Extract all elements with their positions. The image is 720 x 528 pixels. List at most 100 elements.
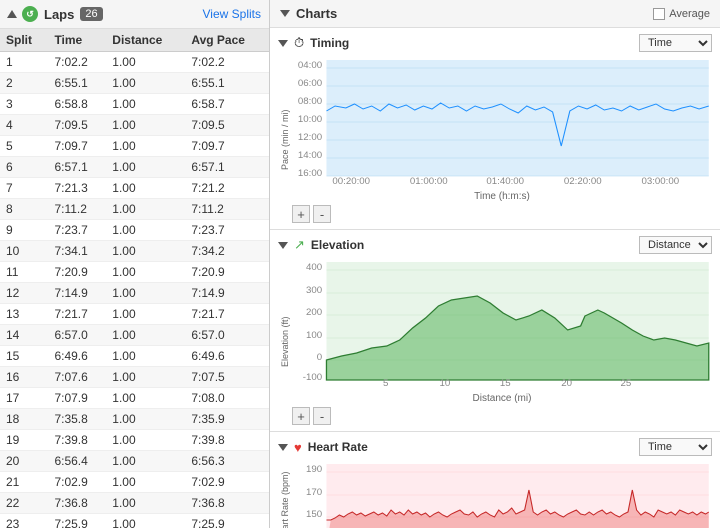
table-cell: 14 bbox=[0, 325, 48, 346]
svg-text:150: 150 bbox=[306, 509, 322, 519]
average-checkbox[interactable] bbox=[653, 8, 665, 20]
table-cell: 6:49.6 bbox=[185, 346, 269, 367]
table-cell: 13 bbox=[0, 304, 48, 325]
table-cell: 6 bbox=[0, 157, 48, 178]
elevation-collapse-icon[interactable] bbox=[278, 242, 288, 249]
elevation-dropdown[interactable]: Distance Time bbox=[639, 236, 712, 254]
timing-chart-svg: 04:00 06:00 08:00 10:00 12:00 14:00 16:0… bbox=[292, 56, 712, 186]
table-row: 97:23.71.007:23.7 bbox=[0, 220, 269, 241]
table-cell: 5 bbox=[0, 136, 48, 157]
table-cell: 6:57.0 bbox=[185, 325, 269, 346]
svg-text:25: 25 bbox=[620, 378, 631, 388]
svg-text:5: 5 bbox=[383, 378, 388, 388]
table-cell: 7:08.0 bbox=[185, 388, 269, 409]
table-cell: 7:11.2 bbox=[48, 199, 106, 220]
timing-collapse-icon[interactable] bbox=[278, 40, 288, 47]
table-row: 206:56.41.006:56.3 bbox=[0, 451, 269, 472]
laps-title: Laps bbox=[44, 7, 74, 22]
elevation-zoom-in[interactable]: + bbox=[292, 407, 310, 425]
table-cell: 7:21.3 bbox=[48, 178, 106, 199]
heartrate-y-axis-label: Heart Rate (bpm) bbox=[278, 460, 292, 528]
timing-header: ⏱ Timing Time Distance bbox=[278, 34, 712, 52]
table-row: 77:21.31.007:21.2 bbox=[0, 178, 269, 199]
table-cell: 9 bbox=[0, 220, 48, 241]
table-cell: 1.00 bbox=[106, 451, 185, 472]
collapse-icon[interactable] bbox=[7, 10, 17, 18]
table-cell: 6:57.1 bbox=[185, 157, 269, 178]
charts-collapse-icon[interactable] bbox=[280, 10, 290, 17]
laps-table: Split Time Distance Avg Pace 17:02.21.00… bbox=[0, 29, 269, 528]
table-row: 217:02.91.007:02.9 bbox=[0, 472, 269, 493]
svg-text:04:00: 04:00 bbox=[298, 60, 322, 70]
table-cell: 1.00 bbox=[106, 472, 185, 493]
col-avg-pace: Avg Pace bbox=[185, 29, 269, 52]
svg-text:190: 190 bbox=[306, 464, 322, 474]
table-cell: 1.00 bbox=[106, 199, 185, 220]
heartrate-title: Heart Rate bbox=[308, 440, 368, 454]
table-cell: 7:11.2 bbox=[185, 199, 269, 220]
table-cell: 7:20.9 bbox=[48, 262, 106, 283]
laps-header: ↺ Laps 26 View Splits bbox=[0, 0, 269, 29]
table-cell: 6:55.1 bbox=[48, 73, 106, 94]
table-cell: 1.00 bbox=[106, 346, 185, 367]
heartrate-dropdown[interactable]: Time Distance bbox=[639, 438, 712, 456]
timing-dropdown[interactable]: Time Distance bbox=[639, 34, 712, 52]
elevation-chart-svg: 400 300 200 100 0 -100 bbox=[292, 258, 712, 388]
table-cell: 19 bbox=[0, 430, 48, 451]
svg-text:01:00:00: 01:00:00 bbox=[410, 176, 448, 186]
table-cell: 1.00 bbox=[106, 367, 185, 388]
view-splits-link[interactable]: View Splits bbox=[203, 7, 261, 21]
table-cell: 6:57.0 bbox=[48, 325, 106, 346]
table-cell: 7:20.9 bbox=[185, 262, 269, 283]
heartrate-header: ♥ Heart Rate Time Distance bbox=[278, 438, 712, 456]
heartrate-collapse-icon[interactable] bbox=[278, 444, 288, 451]
table-cell: 1.00 bbox=[106, 514, 185, 528]
heartrate-chart-svg: 190 170 150 130 bbox=[292, 460, 712, 528]
timing-zoom-out[interactable]: - bbox=[313, 205, 331, 223]
svg-text:00:20:00: 00:20:00 bbox=[332, 176, 370, 186]
table-cell: 1.00 bbox=[106, 94, 185, 115]
timing-y-axis-label: Pace (min / mi) bbox=[278, 56, 292, 223]
table-cell: 7:02.9 bbox=[48, 472, 106, 493]
table-cell: 6:49.6 bbox=[48, 346, 106, 367]
table-cell: 4 bbox=[0, 115, 48, 136]
col-time: Time bbox=[48, 29, 106, 52]
table-cell: 8 bbox=[0, 199, 48, 220]
svg-text:08:00: 08:00 bbox=[298, 96, 322, 106]
table-cell: 6:56.4 bbox=[48, 451, 106, 472]
table-row: 156:49.61.006:49.6 bbox=[0, 346, 269, 367]
table-cell: 1.00 bbox=[106, 220, 185, 241]
charts-title: Charts bbox=[296, 6, 337, 21]
table-cell: 7:23.7 bbox=[48, 220, 106, 241]
svg-text:100: 100 bbox=[306, 330, 322, 340]
table-row: 36:58.81.006:58.7 bbox=[0, 94, 269, 115]
table-cell: 7:21.7 bbox=[48, 304, 106, 325]
timing-title: Timing bbox=[310, 36, 349, 50]
table-cell: 7:02.2 bbox=[48, 52, 106, 73]
table-row: 87:11.21.007:11.2 bbox=[0, 199, 269, 220]
table-cell: 6:56.3 bbox=[185, 451, 269, 472]
table-cell: 7:25.9 bbox=[185, 514, 269, 528]
elevation-zoom-out[interactable]: - bbox=[313, 407, 331, 425]
table-cell: 22 bbox=[0, 493, 48, 514]
laps-scroll[interactable]: Split Time Distance Avg Pace 17:02.21.00… bbox=[0, 29, 269, 528]
table-row: 26:55.11.006:55.1 bbox=[0, 73, 269, 94]
svg-text:-100: -100 bbox=[303, 372, 322, 382]
table-cell: 7:35.8 bbox=[48, 409, 106, 430]
table-cell: 11 bbox=[0, 262, 48, 283]
table-cell: 16 bbox=[0, 367, 48, 388]
table-cell: 7:21.7 bbox=[185, 304, 269, 325]
col-distance: Distance bbox=[106, 29, 185, 52]
svg-text:300: 300 bbox=[306, 285, 322, 295]
timing-zoom-in[interactable]: + bbox=[292, 205, 310, 223]
table-row: 197:39.81.007:39.8 bbox=[0, 430, 269, 451]
table-cell: 1.00 bbox=[106, 157, 185, 178]
table-cell: 7:36.8 bbox=[48, 493, 106, 514]
right-panel: Charts Average ⏱ Timing Time Distance Pa… bbox=[270, 0, 720, 528]
table-row: 167:07.61.007:07.5 bbox=[0, 367, 269, 388]
elevation-x-axis-label: Distance (mi) bbox=[292, 393, 712, 404]
table-cell: 1.00 bbox=[106, 241, 185, 262]
table-cell: 6:58.7 bbox=[185, 94, 269, 115]
table-row: 66:57.11.006:57.1 bbox=[0, 157, 269, 178]
table-cell: 1.00 bbox=[106, 430, 185, 451]
